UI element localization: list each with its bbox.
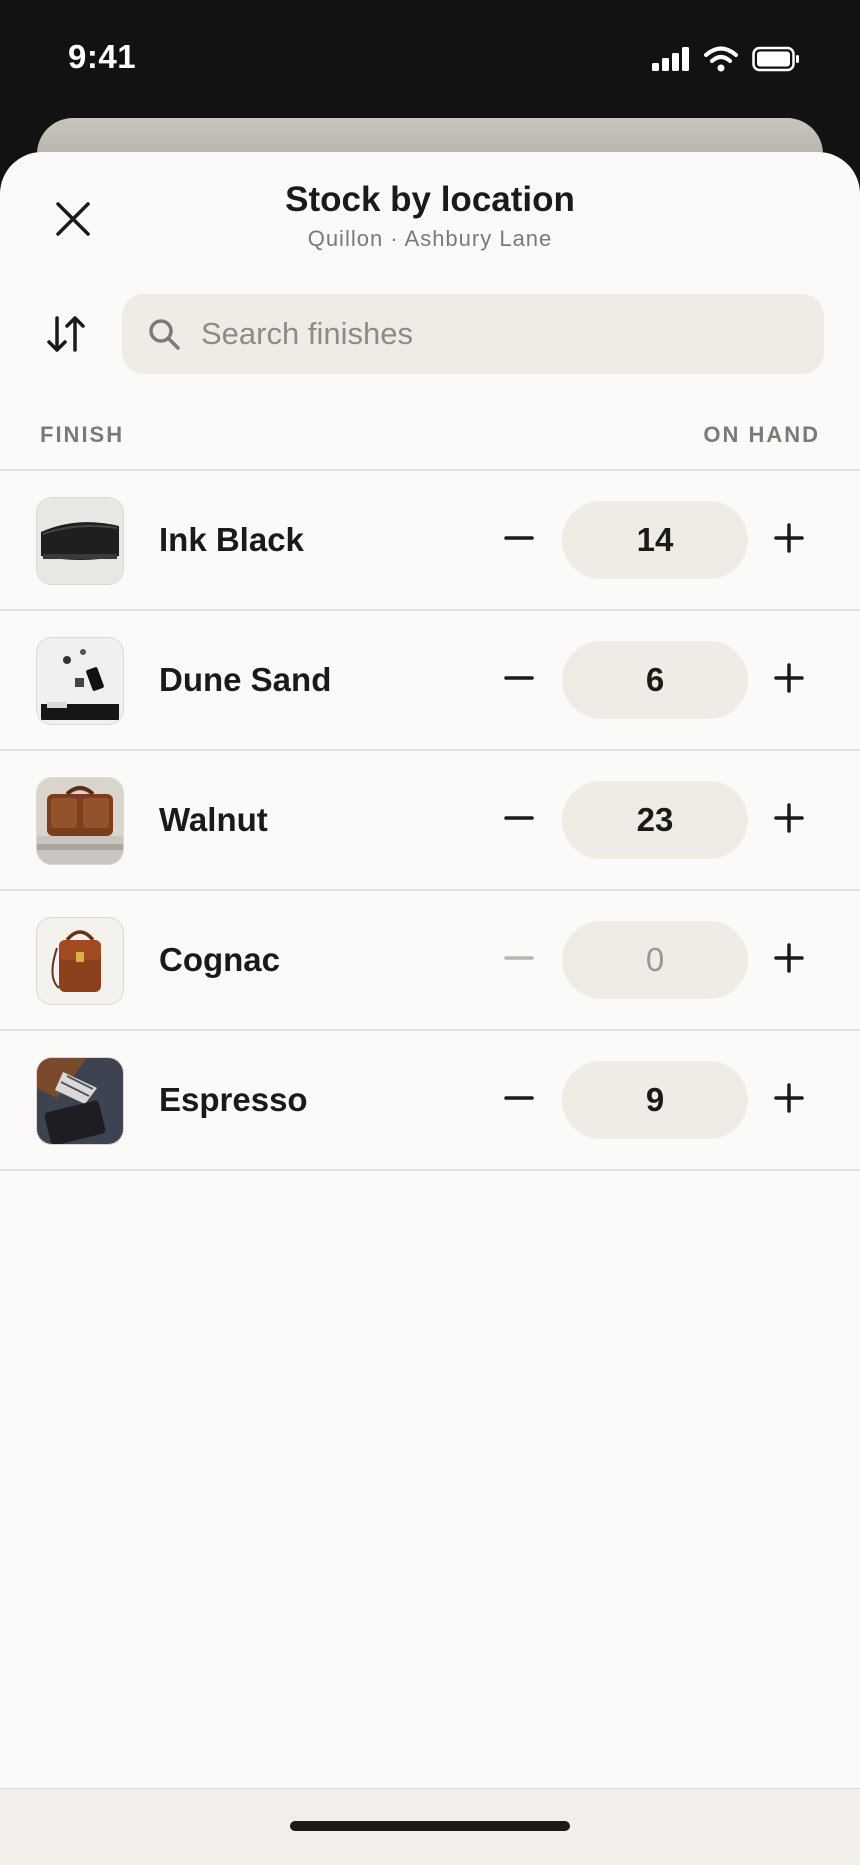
decrement-button[interactable] bbox=[490, 791, 548, 849]
quantity-value[interactable]: 9 bbox=[562, 1061, 748, 1139]
minus-icon bbox=[504, 943, 534, 978]
product-thumbnail bbox=[36, 917, 124, 1005]
plus-icon bbox=[774, 1082, 804, 1118]
increment-button[interactable] bbox=[760, 651, 818, 709]
status-time: 9:41 bbox=[68, 38, 137, 75]
minus-icon bbox=[504, 663, 534, 698]
finish-list: Ink Black 14 Dune Sand 6 Walnut 23 Cogna… bbox=[0, 471, 860, 1171]
product-thumbnail bbox=[36, 637, 124, 725]
plus-icon bbox=[774, 802, 804, 838]
decrement-button[interactable] bbox=[490, 651, 548, 709]
decrement-button[interactable] bbox=[490, 511, 548, 569]
minus-icon bbox=[504, 523, 534, 558]
sheet-subtitle: Quillon · Ashbury Lane bbox=[307, 226, 553, 251]
finish-name: Ink Black bbox=[159, 521, 304, 558]
plus-icon bbox=[774, 942, 804, 978]
increment-button[interactable] bbox=[760, 511, 818, 569]
sheet-title: Stock by location bbox=[285, 180, 575, 219]
battery-icon bbox=[752, 46, 800, 77]
cellular-signal-icon bbox=[652, 47, 690, 76]
list-item[interactable]: Walnut 23 bbox=[0, 751, 860, 891]
status-icons bbox=[652, 46, 800, 77]
decrement-button[interactable] bbox=[490, 1071, 548, 1129]
increment-button[interactable] bbox=[760, 1071, 818, 1129]
status-bar: 9:41 bbox=[0, 0, 860, 118]
list-item[interactable]: Dune Sand 6 bbox=[0, 611, 860, 751]
product-thumbnail bbox=[36, 1057, 124, 1145]
wifi-icon bbox=[704, 46, 738, 77]
finish-name: Dune Sand bbox=[159, 661, 332, 698]
decrement-button-disabled[interactable] bbox=[490, 931, 548, 989]
sort-button[interactable] bbox=[40, 310, 92, 362]
minus-icon bbox=[504, 803, 534, 838]
product-thumbnail bbox=[36, 777, 124, 865]
column-header-on-hand[interactable]: ON HAND bbox=[703, 422, 820, 448]
finish-name: Walnut bbox=[159, 801, 268, 838]
search-field[interactable] bbox=[122, 294, 824, 374]
quantity-value[interactable]: 0 bbox=[562, 921, 748, 999]
increment-button[interactable] bbox=[760, 931, 818, 989]
quantity-value[interactable]: 23 bbox=[562, 781, 748, 859]
quantity-value[interactable]: 6 bbox=[562, 641, 748, 719]
search-input[interactable] bbox=[199, 315, 803, 353]
plus-icon bbox=[774, 662, 804, 698]
bottom-bar bbox=[0, 1788, 860, 1865]
search-icon bbox=[147, 316, 183, 352]
column-header-finish[interactable]: FINISH bbox=[40, 422, 124, 448]
finish-name: Espresso bbox=[159, 1081, 308, 1118]
list-item[interactable]: Cognac 0 bbox=[0, 891, 860, 1031]
list-item[interactable]: Ink Black 14 bbox=[0, 471, 860, 611]
sort-arrows-icon bbox=[45, 314, 87, 359]
minus-icon bbox=[504, 1083, 534, 1118]
list-item[interactable]: Espresso 9 bbox=[0, 1031, 860, 1171]
finish-name: Cognac bbox=[159, 941, 281, 978]
plus-icon bbox=[774, 522, 804, 558]
quantity-value[interactable]: 14 bbox=[562, 501, 748, 579]
home-indicator[interactable] bbox=[290, 1821, 570, 1831]
stock-sheet: Stock by location Quillon · Ashbury Lane… bbox=[0, 152, 860, 1864]
product-thumbnail bbox=[36, 497, 124, 585]
increment-button[interactable] bbox=[760, 791, 818, 849]
